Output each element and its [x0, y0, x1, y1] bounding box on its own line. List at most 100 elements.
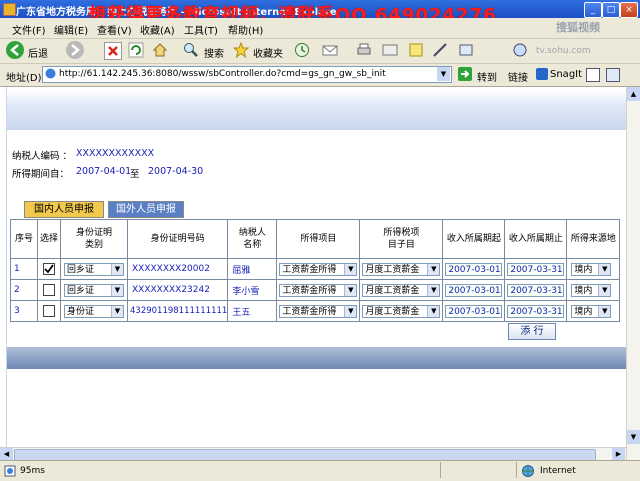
income-item-select[interactable]: 工资薪金所得 ▼ [279, 304, 358, 318]
income-item-select[interactable]: 工资薪金所得 ▼ [279, 262, 358, 276]
col-no: 序号 [10, 219, 38, 259]
search-label[interactable]: 搜索 [204, 45, 224, 60]
print-icon[interactable] [356, 42, 372, 58]
start-date-input[interactable]: 2007-03-01 [445, 304, 503, 318]
menu-edit[interactable]: 编辑(E) [54, 22, 88, 37]
source-select[interactable]: 境内 ▼ [571, 283, 612, 297]
row-select-cell [37, 279, 61, 301]
forward-icon[interactable] [66, 41, 84, 59]
snagit-icon[interactable] [536, 68, 548, 80]
menu-tools[interactable]: 工具(T) [184, 22, 218, 37]
income-item-select[interactable]: 工资薪金所得 ▼ [279, 283, 358, 297]
add-row-button[interactable]: 添 行 [508, 323, 556, 340]
minimize-button[interactable]: _ [584, 2, 602, 18]
menu-favorites[interactable]: 收藏(A) [140, 22, 175, 37]
snagit-region-icon[interactable] [606, 68, 620, 82]
row-checkbox[interactable] [43, 284, 55, 296]
chevron-down-icon: ▼ [427, 263, 440, 275]
row-source-cell: 境内 ▼ [566, 258, 621, 280]
end-date-input[interactable]: 2007-03-31 [507, 262, 565, 276]
snagit-window-icon[interactable] [586, 68, 600, 82]
messenger-icon[interactable] [432, 42, 448, 58]
end-date-input[interactable]: 2007-03-31 [507, 304, 565, 318]
row-income-cell: 工资薪金所得 ▼ [276, 279, 361, 301]
address-bar: 地址(D) http://61.142.245.36:8080/wssw/sbC… [0, 64, 640, 87]
favorites-star-icon[interactable] [232, 41, 250, 59]
col-sub-item: 所得税项 目子目 [359, 219, 444, 259]
row-id-number: XXXXXXXX20002 [126, 258, 229, 280]
address-dropdown-icon[interactable]: ▼ [437, 67, 450, 81]
row-income-cell: 工资薪金所得 ▼ [276, 258, 361, 280]
back-icon[interactable] [6, 41, 24, 59]
chevron-down-icon: ▼ [598, 305, 611, 317]
row-id-type-cell: 回乡证 ▼ [60, 258, 128, 280]
menu-file[interactable]: 文件(F) [12, 22, 46, 37]
row-start-cell: 2007-03-01 [442, 300, 506, 322]
start-date-input[interactable]: 2007-03-01 [445, 262, 503, 276]
chevron-down-icon: ▼ [344, 263, 357, 275]
close-button[interactable]: × [620, 2, 638, 18]
row-name: 屈雅 [227, 258, 278, 280]
table-row: 2 回乡证 ▼ XXXXXXXX23242 李小雪 工资薪金所得 ▼ 月度工资薪金 ▼… [10, 279, 621, 301]
period-to: 2007-04-30 [148, 166, 204, 177]
page-left-border [0, 87, 7, 460]
back-label[interactable]: 后退 [28, 45, 48, 60]
ie-icon [3, 3, 16, 16]
scroll-left-icon[interactable]: ◀ [0, 448, 13, 460]
snagit-label[interactable]: SnagIt [550, 69, 582, 80]
translate-icon[interactable] [512, 42, 528, 58]
chevron-down-icon: ▼ [111, 284, 123, 296]
scroll-right-icon[interactable]: ▶ [612, 448, 625, 460]
col-income-item: 所得项目 [276, 219, 361, 259]
end-date-input[interactable]: 2007-03-31 [507, 283, 565, 297]
page-icon [45, 68, 56, 79]
note-icon[interactable] [408, 42, 424, 58]
status-bar: 95ms Internet [0, 460, 640, 481]
id-type-select[interactable]: 身份证 ▼ [64, 304, 124, 318]
start-date-input[interactable]: 2007-03-01 [445, 283, 503, 297]
sub-item-select[interactable]: 月度工资薪金 ▼ [362, 262, 441, 276]
chevron-down-icon: ▼ [427, 305, 440, 317]
search-icon[interactable] [183, 42, 199, 58]
zone-label: Internet [540, 466, 576, 476]
chevron-down-icon: ▼ [344, 284, 357, 296]
home-icon[interactable] [152, 42, 168, 58]
sub-item-select[interactable]: 月度工资薪金 ▼ [362, 283, 441, 297]
go-label[interactable]: 转到 [477, 69, 497, 84]
go-arrow-icon[interactable] [458, 67, 472, 81]
id-type-select[interactable]: 回乡证 ▼ [64, 283, 124, 297]
refresh-icon[interactable] [128, 42, 144, 58]
maximize-button[interactable]: □ [602, 2, 620, 18]
id-type-select[interactable]: 回乡证 ▼ [64, 262, 124, 276]
edit-icon[interactable] [382, 42, 398, 58]
tab-domestic[interactable]: 国内人员申报 [24, 201, 104, 218]
source-select[interactable]: 境内 ▼ [571, 262, 612, 276]
research-icon[interactable] [458, 42, 474, 58]
source-select[interactable]: 境内 ▼ [571, 304, 612, 318]
col-select: 选择 [37, 219, 61, 259]
internet-globe-icon [522, 465, 534, 477]
mail-icon[interactable] [322, 42, 338, 58]
menu-help[interactable]: 帮助(H) [228, 22, 263, 37]
address-input[interactable]: http://61.142.245.36:8080/wssw/sbControl… [42, 66, 452, 83]
row-sub-cell: 月度工资薪金 ▼ [359, 300, 444, 322]
chevron-down-icon: ▼ [344, 305, 357, 317]
row-sub-cell: 月度工资薪金 ▼ [359, 258, 444, 280]
menu-bar: 文件(F) 编辑(E) 查看(V) 收藏(A) 工具(T) 帮助(H) 搜狐视频 [0, 18, 640, 39]
tab-foreign[interactable]: 国外人员申报 [108, 201, 184, 218]
sub-item-select[interactable]: 月度工资薪金 ▼ [362, 304, 441, 318]
links-label[interactable]: 链接 [508, 69, 528, 84]
horizontal-scrollbar[interactable]: ◀ ▶ [0, 447, 626, 461]
stop-icon[interactable] [104, 42, 122, 60]
row-checkbox[interactable] [43, 263, 55, 275]
history-icon[interactable] [294, 42, 310, 58]
row-id-type-cell: 身份证 ▼ [60, 300, 128, 322]
vertical-scrollbar[interactable]: ▲ ▼ [626, 87, 640, 460]
menu-view[interactable]: 查看(V) [97, 22, 132, 37]
row-sub-cell: 月度工资薪金 ▼ [359, 279, 444, 301]
scroll-up-icon[interactable]: ▲ [627, 87, 640, 101]
row-id-number: 432901198111111111 [126, 300, 229, 322]
favorites-label[interactable]: 收藏夹 [253, 45, 283, 60]
scroll-down-icon[interactable]: ▼ [627, 430, 640, 444]
row-checkbox[interactable] [43, 305, 55, 317]
